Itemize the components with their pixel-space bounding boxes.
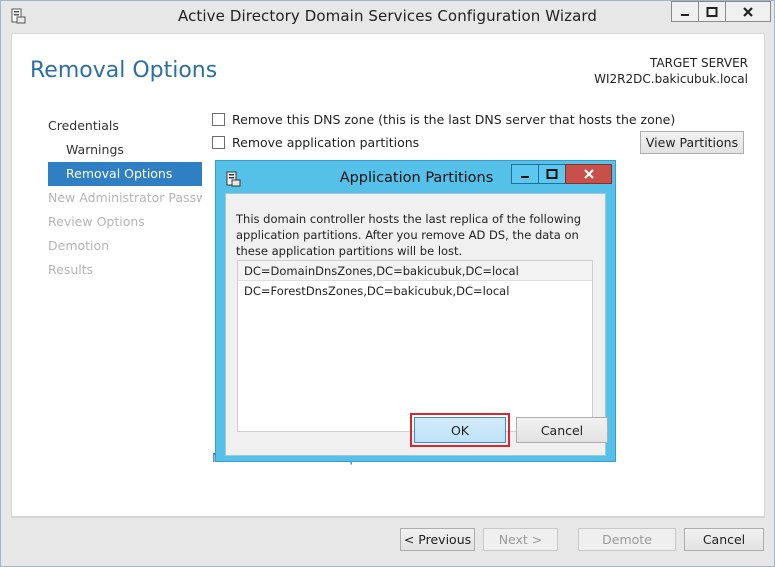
- demote-button: Demote: [578, 528, 676, 551]
- target-server-label: TARGET SERVER: [650, 56, 748, 70]
- maximize-button[interactable]: [698, 1, 726, 22]
- dialog-cancel-button[interactable]: Cancel: [516, 417, 608, 443]
- wizard-nav: Credentials Warnings Removal Options New…: [48, 114, 202, 282]
- close-icon: [743, 6, 753, 17]
- minimize-icon: [681, 13, 689, 16]
- minimize-button[interactable]: [671, 1, 699, 22]
- maximize-icon: [706, 6, 718, 17]
- dialog-body: This domain controller hosts the last re…: [225, 193, 608, 456]
- target-server-name: WI2R2DC.bakicubuk.local: [594, 72, 748, 86]
- list-item[interactable]: DC=DomainDnsZones,DC=bakicubuk,DC=local: [238, 261, 592, 281]
- page-title: Removal Options: [30, 58, 218, 83]
- dialog-maximize-button[interactable]: [538, 164, 566, 184]
- remove-dns-zone-option[interactable]: Remove this DNS zone (this is the last D…: [212, 112, 675, 127]
- nav-item-credentials[interactable]: Credentials: [48, 114, 202, 138]
- remove-app-partitions-checkbox[interactable]: [212, 136, 225, 149]
- dialog-close-button[interactable]: [565, 164, 612, 184]
- partitions-list[interactable]: DC=DomainDnsZones,DC=bakicubuk,DC=local …: [237, 260, 593, 432]
- view-partitions-button[interactable]: View Partitions: [640, 131, 744, 154]
- list-item[interactable]: DC=ForestDnsZones,DC=bakicubuk,DC=local: [238, 281, 592, 301]
- remove-dns-zone-checkbox[interactable]: [212, 113, 225, 126]
- nav-item-review-options: Review Options: [48, 214, 145, 229]
- wizard-window: Active Directory Domain Services Configu…: [0, 0, 775, 567]
- dialog-minimize-button[interactable]: [511, 164, 539, 184]
- previous-button[interactable]: < Previous: [400, 528, 475, 551]
- minimize-icon: [521, 176, 529, 178]
- footer-divider: [11, 517, 765, 518]
- maximize-icon: [546, 169, 558, 179]
- nav-item-demotion: Demotion: [48, 238, 110, 253]
- remove-app-partitions-label: Remove application partitions: [232, 135, 420, 150]
- close-icon: [583, 169, 594, 179]
- nav-item-warnings[interactable]: Warnings: [48, 138, 202, 162]
- nav-item-removal-options[interactable]: Removal Options: [48, 162, 202, 186]
- dialog-message: This domain controller hosts the last re…: [236, 212, 582, 258]
- ok-button[interactable]: OK: [414, 417, 506, 443]
- remove-app-partitions-option[interactable]: Remove application partitions: [212, 135, 419, 150]
- next-button: Next >: [483, 528, 558, 551]
- nav-item-new-admin-password: New Administrator Passw...: [48, 190, 202, 205]
- cancel-button[interactable]: Cancel: [684, 528, 764, 551]
- window-title: Active Directory Domain Services Configu…: [177, 7, 597, 25]
- remove-dns-zone-label: Remove this DNS zone (this is the last D…: [232, 112, 676, 127]
- title-bar[interactable]: Active Directory Domain Services Configu…: [1, 1, 774, 33]
- application-partitions-dialog: Application Partitions This domain contr…: [215, 160, 616, 462]
- nav-item-results: Results: [48, 262, 94, 277]
- close-button[interactable]: [725, 1, 771, 22]
